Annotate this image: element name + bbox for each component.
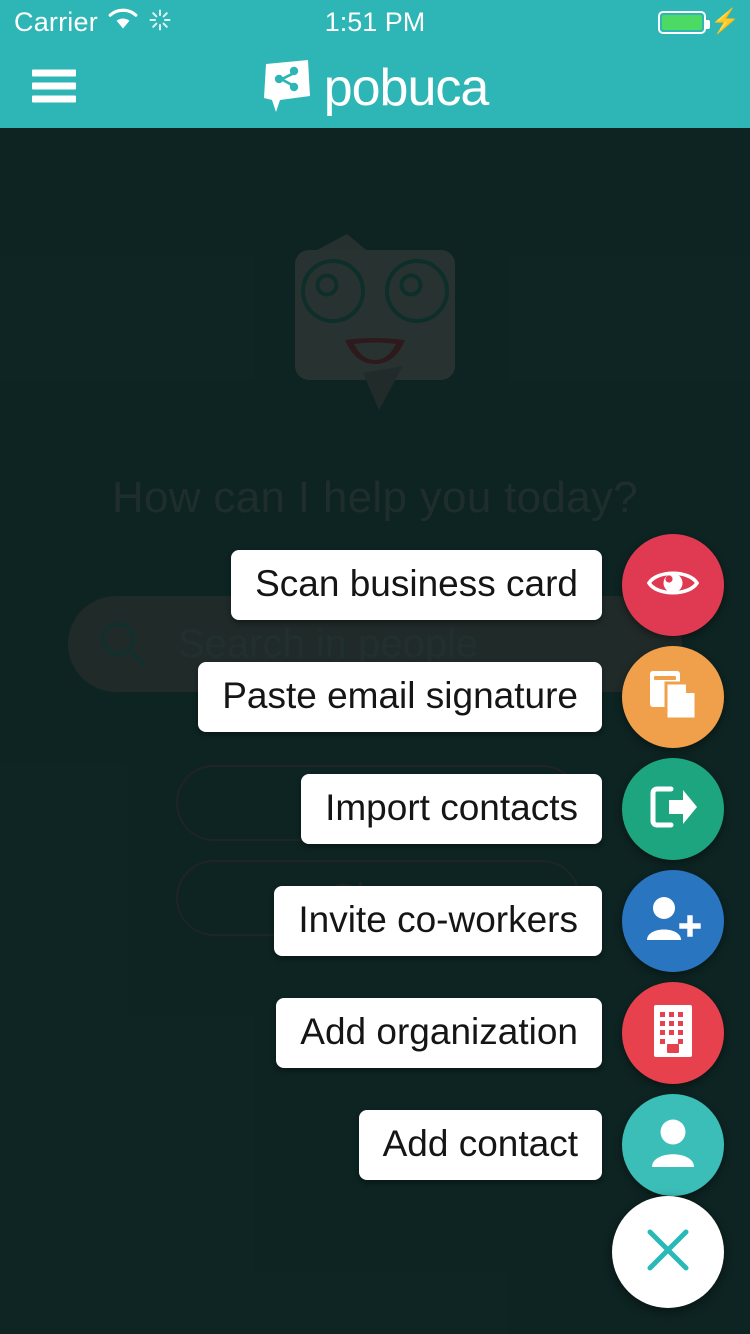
carrier-label: Carrier: [14, 6, 98, 37]
brand-name: pobuca: [323, 59, 490, 117]
import-contacts-button[interactable]: [622, 758, 724, 860]
speed-dial-menu: Scan business card Paste email signature: [0, 128, 750, 1334]
status-bar: Carrier 1:51 PM ⚡: [0, 0, 750, 44]
add-organization-button[interactable]: [622, 982, 724, 1084]
add-organization-label: Add organization: [276, 998, 602, 1068]
close-speed-dial-button[interactable]: [612, 1196, 724, 1308]
status-bar-right: ⚡: [658, 0, 740, 44]
scan-business-card-label: Scan business card: [231, 550, 602, 620]
speed-dial-item-scan-business-card[interactable]: Scan business card: [231, 534, 724, 636]
add-contact-label: Add contact: [358, 1110, 602, 1180]
building-icon: [651, 1003, 695, 1064]
battery-fill: [662, 14, 703, 30]
speed-dial-item-paste-email-signature[interactable]: Paste email signature: [198, 646, 724, 748]
close-x-icon: [642, 1224, 694, 1281]
activity-spinner-icon: [148, 8, 172, 37]
status-bar-left: Carrier: [0, 7, 172, 38]
person-icon: [649, 1117, 697, 1174]
add-contact-button[interactable]: [622, 1094, 724, 1196]
battery-icon: [658, 10, 711, 34]
person-add-icon: [644, 894, 704, 949]
export-arrow-icon: [645, 781, 701, 838]
invite-co-workers-button[interactable]: [622, 870, 724, 972]
speed-dial-item-add-organization[interactable]: Add organization: [276, 982, 724, 1084]
scan-business-card-button[interactable]: [622, 534, 724, 636]
invite-co-workers-label: Invite co-workers: [274, 886, 602, 956]
import-contacts-label: Import contacts: [301, 774, 602, 844]
speed-dial-item-invite-co-workers[interactable]: Invite co-workers: [274, 870, 724, 972]
brand-logo: pobuca: [0, 44, 750, 128]
app-screen: Carrier 1:51 PM ⚡ pobuca Scan business c…: [0, 0, 750, 1334]
paste-email-signature-label: Paste email signature: [198, 662, 602, 732]
eye-icon: [645, 555, 701, 616]
speed-dial-item-import-contacts[interactable]: Import contacts: [301, 758, 724, 860]
pobuca-speech-bubble-logo-icon: [262, 58, 314, 114]
wifi-icon: [108, 8, 138, 36]
app-header: pobuca: [0, 44, 750, 128]
speed-dial-item-add-contact[interactable]: Add contact: [358, 1094, 724, 1196]
lightning-bolt-icon: ⚡: [710, 8, 740, 35]
copy-documents-icon: [646, 667, 700, 728]
paste-email-signature-button[interactable]: [622, 646, 724, 748]
